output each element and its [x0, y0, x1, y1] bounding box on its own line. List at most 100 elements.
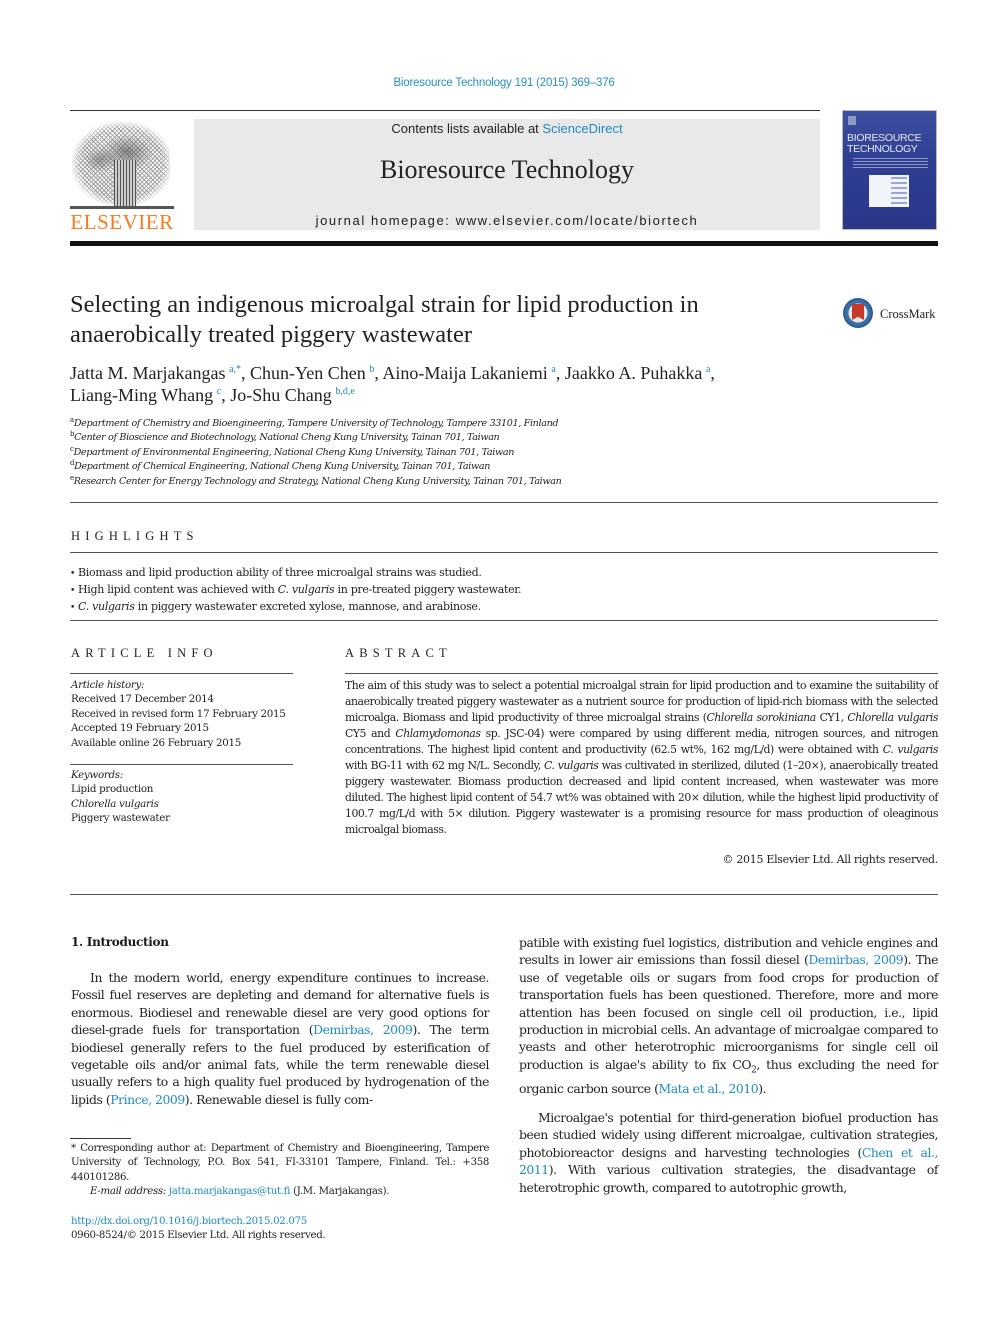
- crossmark-label: CrossMark: [880, 307, 936, 321]
- highlight-item: C. vulgaris in piggery wastewater excret…: [70, 599, 930, 616]
- author-name: Chun-Yen Chen: [250, 363, 366, 383]
- intro-column-1: In the modern world, energy expenditure …: [71, 969, 489, 1108]
- publisher-name: ELSEVIER: [70, 210, 174, 234]
- author-name: Aino-Maija Lakaniemi: [382, 363, 548, 383]
- author-name: Jatta M. Marjakangas: [70, 363, 226, 383]
- cover-figure: [869, 175, 909, 207]
- citation-link[interactable]: Demirbas, 2009: [313, 1022, 413, 1037]
- email-suffix: (J.M. Marjakangas).: [290, 1186, 390, 1197]
- footnote-divider: [70, 1138, 131, 1139]
- species-name: Chlamydomonas: [395, 727, 481, 740]
- affiliation: cDepartment of Environmental Engineering…: [70, 445, 670, 460]
- email-label: E-mail address:: [90, 1186, 169, 1197]
- citation-link[interactable]: Mata et al., 2010: [659, 1081, 759, 1096]
- author-affiliation-ref[interactable]: a: [706, 364, 710, 375]
- history-accepted: Accepted 19 February 2015: [71, 722, 209, 735]
- citation-link[interactable]: Demirbas, 2009: [808, 952, 903, 967]
- author[interactable]: Jatta M. Marjakangas a,*: [70, 363, 241, 383]
- header-divider: [70, 110, 820, 111]
- abstract-divider: [345, 673, 938, 674]
- abstract-segment: CY5 and: [345, 727, 396, 740]
- history-received: Received 17 December 2014: [71, 693, 214, 706]
- highlights-heading: HIGHLIGHTS: [71, 529, 199, 543]
- keywords-divider: [70, 764, 293, 765]
- highlight-item: Biomass and lipid production ability of …: [70, 565, 930, 582]
- cover-elsevier-icon: [848, 116, 856, 125]
- highlight-item: High lipid content was achieved with C. …: [70, 582, 930, 599]
- intro-column-2-paragraph-2: Microalgae's potential for third-generat…: [519, 1109, 938, 1196]
- cover-title: BIORESOURCE TECHNOLOGY: [847, 132, 922, 155]
- article-info-heading: ARTICLE INFO: [71, 646, 218, 660]
- introduction-heading: 1. Introduction: [71, 935, 169, 949]
- journal-title: Bioresource Technology: [379, 155, 635, 184]
- highlight-text: in pre-treated piggery wastewater.: [334, 583, 522, 596]
- author[interactable]: Aino-Maija Lakaniemi a: [382, 363, 556, 383]
- header-thick-divider: [70, 241, 938, 246]
- author-affiliation-ref[interactable]: b,d,e: [335, 386, 354, 397]
- species-name: Chlorella vulgaris: [847, 711, 938, 724]
- highlight-text: Biomass and lipid production ability of …: [78, 566, 482, 579]
- highlight-text: High lipid content was achieved with: [78, 583, 278, 596]
- article-info-divider: [70, 673, 293, 674]
- author-affiliation-ref[interactable]: a: [551, 364, 555, 375]
- citation-link[interactable]: Prince, 2009: [110, 1092, 185, 1107]
- email-link[interactable]: jatta.marjakangas@tut.fi: [169, 1186, 291, 1197]
- abstract-heading: ABSTRACT: [345, 646, 452, 660]
- email-line: E-mail address: jatta.marjakangas@tut.fi…: [90, 1186, 390, 1197]
- keywords-label: Keywords:: [71, 769, 123, 781]
- section-divider: [70, 502, 938, 503]
- article-history-label: Article history:: [71, 679, 145, 691]
- affiliation: bCenter of Bioscience and Biotechnology,…: [70, 431, 670, 445]
- species-name: Chlorella sorokiniana: [706, 711, 817, 724]
- journal-homepage[interactable]: journal homepage: www.elsevier.com/locat…: [194, 213, 820, 228]
- abstract-copyright: © 2015 Elsevier Ltd. All rights reserved…: [722, 853, 938, 866]
- contents-line: Contents lists available at ScienceDirec…: [194, 121, 820, 136]
- affiliation-text: Department of Chemistry and Bioengineeri…: [73, 418, 559, 429]
- article-title: Selecting an indigenous microalgal strai…: [70, 291, 699, 348]
- abstract-segment: CY1,: [815, 711, 848, 724]
- author-affiliation-ref[interactable]: c: [217, 386, 221, 397]
- affiliation-text: Department of Environmental Engineering,…: [73, 446, 515, 458]
- front-matter-divider: [70, 894, 938, 895]
- issn-copyright: 0960-8524/© 2015 Elsevier Ltd. All right…: [71, 1230, 326, 1241]
- affiliation-text: Department of Chemical Engineering, Nati…: [74, 461, 491, 473]
- author-affiliation-ref[interactable]: b: [369, 364, 374, 375]
- author-affiliation-ref[interactable]: a,*: [229, 364, 241, 375]
- highlights-bottom-divider: [70, 620, 938, 621]
- author-name: Liang-Ming Whang: [70, 385, 214, 405]
- article-history: Article history: Received 17 December 20…: [71, 678, 301, 750]
- journal-cover-thumbnail[interactable]: BIORESOURCE TECHNOLOGY: [842, 110, 937, 230]
- crossmark-button[interactable]: CrossMark: [843, 298, 943, 334]
- highlights-list: Biomass and lipid production ability of …: [70, 565, 930, 616]
- contents-prefix: Contents lists available at: [391, 121, 543, 136]
- species-name: C. vulgaris: [277, 583, 335, 596]
- affiliation-list: aDepartment of Chemistry and Bioengineer…: [70, 417, 670, 489]
- history-online: Available online 26 February 2015: [71, 736, 242, 749]
- sciencedirect-link[interactable]: ScienceDirect: [542, 121, 622, 136]
- author[interactable]: Jo-Shu Chang b,d,e: [230, 385, 355, 405]
- affiliation: aDepartment of Chemistry and Bioengineer…: [70, 417, 670, 431]
- affiliation-text: Research Center for Energy Technology an…: [73, 475, 562, 487]
- species-name: C. vulgaris: [882, 743, 939, 756]
- highlights-divider: [70, 552, 938, 553]
- affiliation: dDepartment of Chemical Engineering, Nat…: [70, 460, 670, 474]
- author[interactable]: Jaakko A. Puhakka a: [565, 363, 711, 383]
- abstract-text: The aim of this study was to select a po…: [345, 678, 938, 838]
- elsevier-logo[interactable]: ELSEVIER: [70, 120, 174, 234]
- doi-link[interactable]: http://dx.doi.org/10.1016/j.biortech.201…: [71, 1216, 307, 1227]
- author[interactable]: Chun-Yen Chen b: [250, 363, 374, 383]
- doi-url[interactable]: http://dx.doi.org/10.1016/j.biortech.201…: [71, 1216, 307, 1227]
- species-name: C. vulgaris: [78, 600, 135, 613]
- tree-trunk-graphic: [114, 160, 136, 208]
- keyword: Lipid production: [71, 783, 154, 796]
- cover-text-lines: [853, 158, 928, 168]
- journal-citation[interactable]: Bioresource Technology 191 (2015) 369–37…: [0, 77, 992, 89]
- species-name: C. vulgaris: [544, 759, 599, 772]
- text-segment: ). With various cultivation strategies, …: [519, 1162, 938, 1195]
- abstract-segment: with BG-11 with 62 mg N/L. Secondly,: [345, 759, 544, 772]
- intro-column-2-paragraph-1: patible with existing fuel logistics, di…: [519, 934, 938, 1097]
- author-name: Jaakko A. Puhakka: [564, 363, 703, 383]
- author[interactable]: Liang-Ming Whang c: [70, 385, 221, 405]
- history-revised: Received in revised form 17 February 201…: [71, 707, 286, 720]
- journal-banner: Contents lists available at ScienceDirec…: [194, 119, 820, 230]
